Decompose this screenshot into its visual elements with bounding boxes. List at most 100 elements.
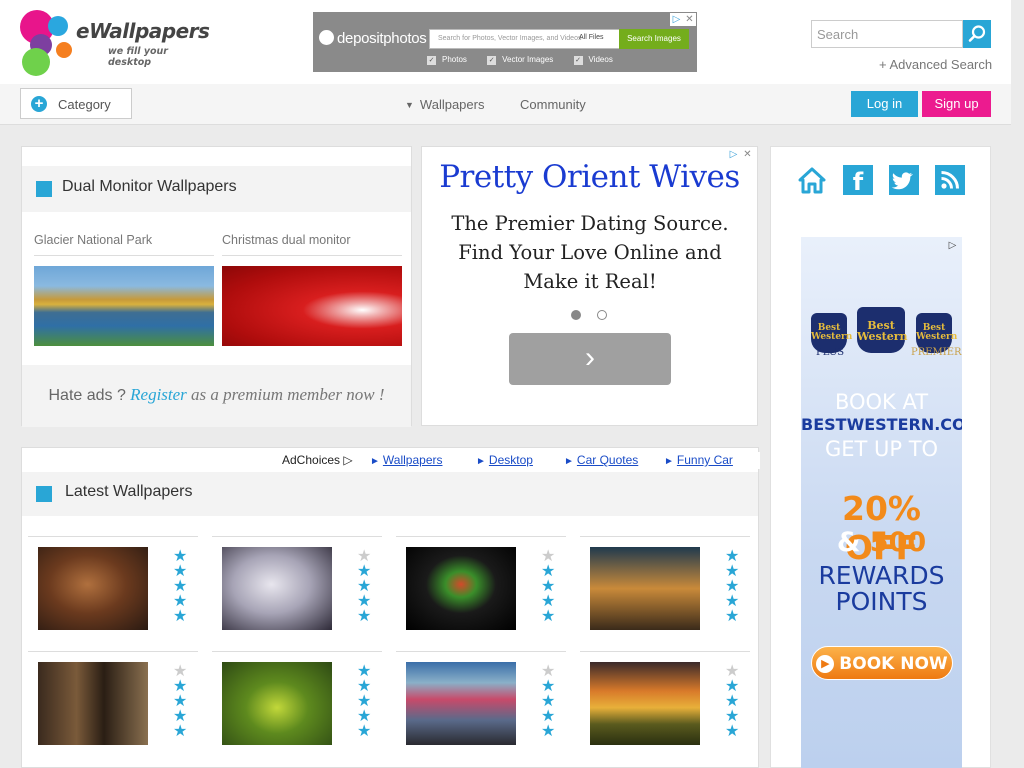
wallpaper-thumbnail[interactable] — [590, 662, 700, 745]
twitter-icon[interactable] — [889, 165, 919, 195]
ad-link-car-quotes[interactable]: Car Quotes — [564, 453, 638, 467]
dual-item[interactable]: Christmas dual monitor — [222, 233, 402, 346]
category-button[interactable]: + Category — [20, 88, 132, 119]
login-button[interactable]: Log in — [851, 91, 918, 117]
star-icon[interactable]: ★ — [173, 679, 189, 695]
star-icon[interactable]: ★ — [357, 564, 373, 580]
advanced-search-link[interactable]: + Advanced Search — [879, 57, 992, 72]
wallpaper-thumbnail[interactable] — [38, 662, 148, 745]
star-icon[interactable]: ★ — [541, 724, 557, 740]
ad-link-wallpapers[interactable]: Wallpapers — [370, 453, 443, 467]
star-icon[interactable]: ★ — [173, 709, 189, 725]
wallpaper-card[interactable]: ★ ★ ★ ★ ★ — [580, 536, 750, 646]
wallpaper-card[interactable]: ★ ★ ★ ★ ★ — [396, 536, 566, 646]
star-icon[interactable]: ★ — [357, 709, 373, 725]
star-icon[interactable]: ★ — [725, 709, 741, 725]
star-icon[interactable]: ★ — [357, 724, 373, 740]
ad-headline[interactable]: Pretty Orient Wives — [422, 159, 757, 195]
register-link[interactable]: Register — [130, 385, 187, 404]
adchoices-icon[interactable]: ▷ — [670, 13, 683, 26]
star-icon[interactable]: ★ — [725, 564, 741, 580]
nav-community[interactable]: Community — [520, 97, 586, 112]
star-icon[interactable]: ★ — [357, 694, 373, 710]
wallpaper-thumbnail[interactable] — [406, 547, 516, 630]
star-icon[interactable]: ★ — [725, 724, 741, 740]
adchoices-icon[interactable]: ▷ — [946, 239, 959, 252]
wallpaper-card[interactable]: ★ ★ ★ ★ ★ — [580, 651, 750, 761]
star-rating[interactable]: ★ ★ ★ ★ ★ — [541, 664, 557, 740]
star-rating[interactable]: ★ ★ ★ ★ ★ — [725, 664, 741, 740]
star-icon[interactable]: ★ — [173, 549, 189, 565]
carousel-dot-active[interactable] — [571, 310, 581, 320]
dual-item[interactable]: Glacier National Park — [34, 233, 214, 346]
dating-ad[interactable]: Pretty Orient Wives The Premier Dating S… — [421, 146, 758, 426]
star-icon[interactable]: ★ — [173, 724, 189, 740]
nav-wallpapers[interactable]: ▼ Wallpapers — [405, 97, 484, 112]
star-rating[interactable]: ★ ★ ★ ★ ★ — [541, 549, 557, 625]
dual-item-thumbnail[interactable] — [34, 266, 214, 346]
ad-search-button[interactable]: Search Images — [619, 29, 689, 49]
dual-item-caption[interactable]: Glacier National Park — [34, 233, 214, 256]
star-icon[interactable]: ★ — [357, 594, 373, 610]
ad-close-icon[interactable]: ✕ — [683, 13, 696, 26]
dual-item-caption[interactable]: Christmas dual monitor — [222, 233, 402, 256]
star-icon[interactable]: ★ — [541, 709, 557, 725]
star-icon[interactable]: ★ — [173, 594, 189, 610]
carousel-dot[interactable] — [597, 310, 607, 320]
site-logo[interactable]: eWallpapers we fill your desktop — [18, 8, 210, 78]
wallpaper-thumbnail[interactable] — [38, 547, 148, 630]
star-icon[interactable]: ★ — [541, 609, 557, 625]
ad-next-button[interactable]: › — [509, 333, 671, 385]
ad-link-desktop[interactable]: Desktop — [476, 453, 533, 467]
star-icon[interactable]: ★ — [173, 664, 189, 680]
star-icon[interactable]: ★ — [173, 609, 189, 625]
star-icon[interactable]: ★ — [541, 594, 557, 610]
bw-book-now-button[interactable]: ▶ BOOK NOW — [811, 646, 953, 680]
star-icon[interactable]: ★ — [725, 679, 741, 695]
star-icon[interactable]: ★ — [357, 549, 373, 565]
star-icon[interactable]: ★ — [357, 609, 373, 625]
star-rating[interactable]: ★ ★ ★ ★ ★ — [357, 664, 373, 740]
star-icon[interactable]: ★ — [357, 664, 373, 680]
star-icon[interactable]: ★ — [173, 579, 189, 595]
star-icon[interactable]: ★ — [541, 664, 557, 680]
wallpaper-card[interactable]: ★ ★ ★ ★ ★ — [212, 536, 382, 646]
adchoices-label[interactable]: AdChoices ▷ — [282, 453, 353, 467]
star-icon[interactable]: ★ — [725, 609, 741, 625]
ad-files-select[interactable]: All Files — [579, 34, 604, 41]
star-rating[interactable]: ★ ★ ★ ★ ★ — [173, 549, 189, 625]
star-icon[interactable]: ★ — [541, 679, 557, 695]
ad-option-vectors[interactable]: Vector Images — [487, 55, 553, 64]
star-icon[interactable]: ★ — [725, 694, 741, 710]
star-rating[interactable]: ★ ★ ★ ★ ★ — [173, 664, 189, 740]
star-icon[interactable]: ★ — [541, 579, 557, 595]
star-icon[interactable]: ★ — [357, 579, 373, 595]
dual-item-thumbnail[interactable] — [222, 266, 402, 346]
star-icon[interactable]: ★ — [725, 549, 741, 565]
star-icon[interactable]: ★ — [725, 579, 741, 595]
search-button[interactable] — [963, 20, 991, 48]
ad-close-icon[interactable]: ✕ — [741, 148, 754, 161]
wallpaper-thumbnail[interactable] — [222, 547, 332, 630]
star-icon[interactable]: ★ — [173, 694, 189, 710]
best-western-ad[interactable]: ▷ Best Western PLUS Best Western Best We… — [801, 237, 962, 768]
adchoices-icon[interactable]: ▷ — [727, 148, 740, 161]
home-icon[interactable] — [797, 165, 827, 195]
rss-icon[interactable] — [935, 165, 965, 195]
wallpaper-thumbnail[interactable] — [590, 547, 700, 630]
star-icon[interactable]: ★ — [541, 694, 557, 710]
wallpaper-card[interactable]: ★ ★ ★ ★ ★ — [396, 651, 566, 761]
wallpaper-card[interactable]: ★ ★ ★ ★ ★ — [212, 651, 382, 761]
wallpaper-card[interactable]: ★ ★ ★ ★ ★ — [28, 536, 198, 646]
wallpaper-thumbnail[interactable] — [406, 662, 516, 745]
facebook-icon[interactable]: f — [843, 165, 873, 196]
signup-button[interactable]: Sign up — [922, 91, 991, 117]
wallpaper-thumbnail[interactable] — [222, 662, 332, 745]
star-icon[interactable]: ★ — [173, 564, 189, 580]
star-icon[interactable]: ★ — [541, 564, 557, 580]
star-icon[interactable]: ★ — [725, 594, 741, 610]
wallpaper-card[interactable]: ★ ★ ★ ★ ★ — [28, 651, 198, 761]
search-input[interactable]: Search — [811, 20, 963, 48]
banner-ad[interactable]: depositphotos Search for Photos, Vector … — [313, 12, 697, 72]
star-icon[interactable]: ★ — [357, 679, 373, 695]
